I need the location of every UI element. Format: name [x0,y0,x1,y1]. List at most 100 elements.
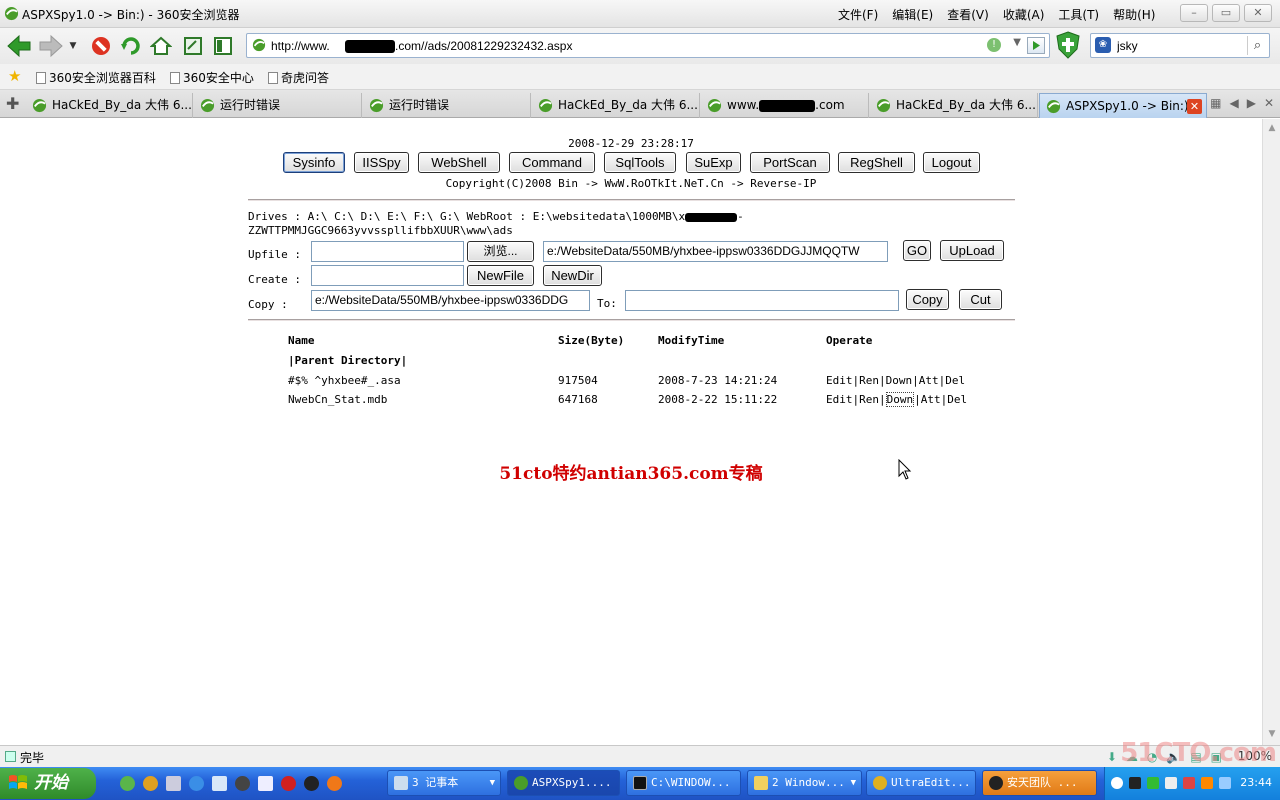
edit-link[interactable]: Edit [826,374,853,387]
menu-help[interactable]: 帮助(H) [1113,6,1155,23]
refresh-icon[interactable] [118,33,144,59]
tray-network-icon[interactable] [1165,777,1177,789]
forward-icon[interactable] [36,33,66,59]
minimize-button[interactable]: – [1180,4,1208,22]
start-button[interactable]: 开始 [0,768,96,799]
security-shield-icon[interactable] [1055,31,1081,59]
sysinfo-button[interactable]: Sysinfo [283,152,345,173]
tab-hacked-2[interactable]: HaCkEd_By_da 大伟 6... [532,93,700,118]
quicklaunch-360-icon[interactable] [120,776,135,791]
parent-directory-link[interactable]: |Parent Directory| [288,354,407,367]
upload-button[interactable]: UpLoad [940,240,1004,261]
upload-path-input[interactable]: e:/WebsiteData/550MB/yhxbee-ippsw0336DDG… [543,241,888,262]
download-icon[interactable]: ⬇ [1107,750,1117,764]
menu-edit[interactable]: 编辑(E) [892,6,933,23]
bookmark-360-baike[interactable]: 360安全浏览器百科 [36,69,156,86]
sidebar-toggle-icon[interactable] [210,33,236,59]
menu-tools[interactable]: 工具(T) [1058,6,1099,23]
search-input[interactable] [1117,37,1237,54]
task-aspxspy[interactable]: ASPXSpy1.... [507,770,620,796]
task-cmd[interactable]: C:\WINDOW... [626,770,741,796]
tab-list-icon[interactable]: ▦ [1210,96,1221,110]
rename-link[interactable]: Ren [859,393,879,406]
webshell-button[interactable]: WebShell [418,152,500,173]
sqltools-button[interactable]: SqlTools [604,152,676,173]
browse-button[interactable]: 浏览... [467,241,534,262]
delete-link[interactable]: Del [945,374,965,387]
copy-from-input[interactable]: e:/WebsiteData/550MB/yhxbee-ippsw0336DDG [311,290,590,311]
download-link[interactable]: Down [886,374,913,387]
back-icon[interactable] [4,33,34,59]
menu-file[interactable]: 文件(F) [838,6,878,23]
address-bar[interactable]: http://www. .com//ads/20081229232432.asp… [246,33,1050,58]
scroll-up-icon[interactable]: ▲ [1266,123,1278,135]
newfile-button[interactable]: NewFile [467,265,534,286]
tab-aspxspy-active[interactable]: ASPXSpy1.0 -> Bin:) ✕ [1039,93,1207,118]
quicklaunch-desktop-icon[interactable] [166,776,181,791]
quicklaunch-browser-icon[interactable] [143,776,158,791]
upfile-input[interactable] [311,241,464,262]
menu-favorites[interactable]: 收藏(A) [1003,6,1045,23]
copy-to-input[interactable] [625,290,899,311]
task-windows-explorer[interactable]: 2 Window... ▼ [747,770,862,796]
command-button[interactable]: Command [509,152,595,173]
tab-runtime-error-1[interactable]: 运行时错误 [194,93,362,118]
cut-button[interactable]: Cut [959,289,1002,310]
new-tab-icon[interactable]: ✚ [6,94,19,113]
go-icon[interactable] [1027,37,1045,54]
edit-link[interactable]: Edit [826,393,853,406]
vertical-scrollbar[interactable]: ▲ ▼ [1262,119,1280,745]
quicklaunch-red-icon[interactable] [281,776,296,791]
create-name-input[interactable] [311,265,464,286]
close-tab-icon[interactable]: ✕ [1187,99,1202,114]
rename-link[interactable]: Ren [859,374,879,387]
suexp-button[interactable]: SuExp [686,152,741,173]
attributes-link[interactable]: Att [921,393,941,406]
forward-dropdown-icon[interactable]: ▼ [66,33,80,59]
file-name-link[interactable]: #$% ^yhxbee#_.asa [288,374,401,387]
close-all-tabs-icon[interactable]: ✕ [1264,96,1274,110]
stop-icon[interactable] [88,33,114,59]
bookmark-360-center[interactable]: 360安全中心 [170,69,254,86]
tab-hacked-3[interactable]: HaCkEd_By_da 大伟 6... [870,93,1038,118]
task-notepad[interactable]: 3 记事本 ▼ [387,770,501,796]
delete-link[interactable]: Del [947,393,967,406]
quicklaunch-ie-icon[interactable] [189,776,204,791]
bookmark-qihoo-wenda[interactable]: 奇虎问答 [268,69,329,86]
quicklaunch-qq-icon[interactable] [304,776,319,791]
portscan-button[interactable]: PortScan [750,152,830,173]
clock[interactable]: 23:44 [1240,776,1272,789]
search-icon[interactable]: ⌕ [1247,36,1267,55]
quicklaunch-tool-icon[interactable] [235,776,250,791]
logout-button[interactable]: Logout [923,152,980,173]
restore-page-icon[interactable] [180,33,206,59]
search-box[interactable]: ❀ ⌕ [1090,33,1270,58]
search-engine-icon[interactable]: ❀ [1095,37,1111,53]
quicklaunch-firefox-icon[interactable] [327,776,342,791]
tray-expand-icon[interactable] [1111,777,1123,789]
go-button[interactable]: GO [903,240,931,261]
home-icon[interactable] [148,33,174,59]
close-window-button[interactable]: ✕ [1244,4,1272,22]
url-history-dropdown-icon[interactable]: ▼ [1013,37,1021,48]
tab-hacked-1[interactable]: HaCkEd_By_da 大伟 6... [26,93,193,118]
tray-app-icon[interactable] [1219,777,1231,789]
quicklaunch-explorer-icon[interactable] [212,776,227,791]
task-ultraedit[interactable]: UltraEdit... [866,770,976,796]
menu-view[interactable]: 查看(V) [947,6,989,23]
task-antian-team[interactable]: 安天团队 ... [982,770,1097,796]
file-name-link[interactable]: NwebCn_Stat.mdb [288,393,387,406]
security-info-icon[interactable]: ! [987,38,1001,52]
copy-button[interactable]: Copy [906,289,949,310]
tab-scroll-left-icon[interactable]: ◀ [1229,96,1238,110]
tray-qq-icon[interactable] [1129,777,1141,789]
tab-www-site[interactable]: www. .com [701,93,869,118]
favorites-star-icon[interactable]: ★ [8,67,21,85]
iisspy-button[interactable]: IISSpy [354,152,409,173]
tab-scroll-right-icon[interactable]: ▶ [1247,96,1256,110]
tab-runtime-error-2[interactable]: 运行时错误 [363,93,531,118]
maximize-button[interactable]: ▭ [1212,4,1240,22]
tray-antivirus-icon[interactable] [1183,777,1195,789]
attributes-link[interactable]: Att [919,374,939,387]
tray-360-icon[interactable] [1147,777,1159,789]
